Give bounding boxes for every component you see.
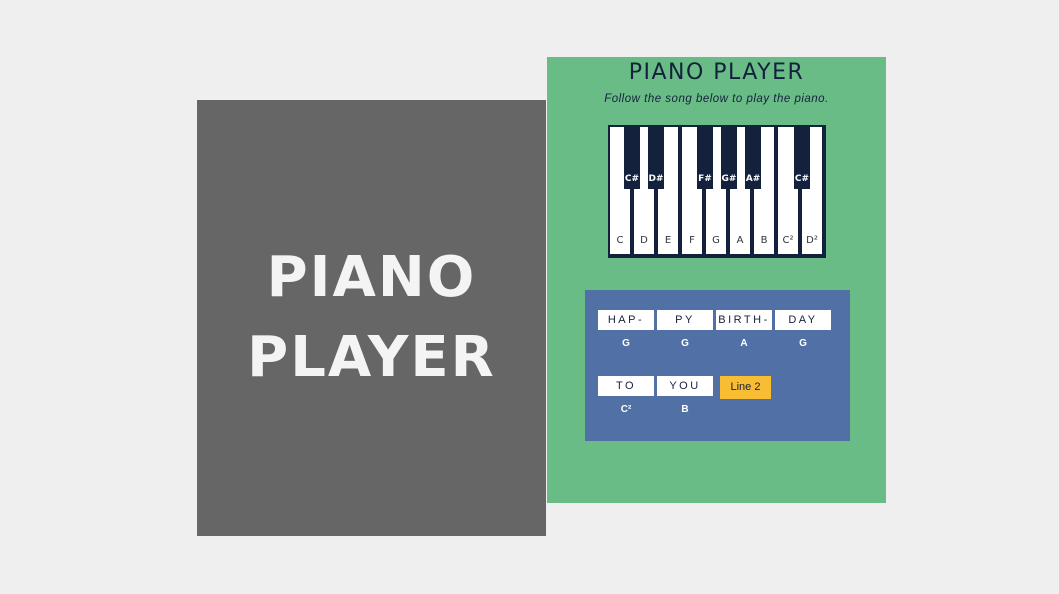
song-pitch: C² <box>620 404 632 415</box>
song-word: BIRTH- <box>716 310 772 330</box>
key-label: A <box>736 235 744 246</box>
key-label: D² <box>806 235 818 246</box>
song-note: BIRTH- A <box>716 310 772 349</box>
key-label: C <box>616 235 624 246</box>
piano-key-g-sharp[interactable]: G# <box>721 127 737 189</box>
song-word: PY <box>657 310 713 330</box>
song-pitch: G <box>681 338 689 349</box>
song-pitch: B <box>681 404 689 415</box>
key-label: B <box>760 235 768 246</box>
cover-card: PIANO PLAYER <box>197 100 546 536</box>
song-word: YOU <box>657 376 713 396</box>
piano-key-c-sharp[interactable]: C# <box>624 127 640 189</box>
key-label: C² <box>782 235 794 246</box>
key-label: C# <box>624 174 640 184</box>
key-label: F <box>689 235 695 246</box>
next-line-button[interactable]: Line 2 <box>720 376 771 399</box>
song-note: HAP- G <box>598 310 654 349</box>
piano-key-d-sharp[interactable]: D# <box>648 127 664 189</box>
key-label: E <box>664 235 672 246</box>
song-pitch: A <box>740 338 748 349</box>
song-note: YOU B <box>657 376 713 415</box>
key-label: C# <box>794 174 810 184</box>
song-pitch: G <box>799 338 807 349</box>
key-label: D <box>640 235 648 246</box>
song-pitch: G <box>622 338 630 349</box>
song-word: DAY <box>775 310 831 330</box>
piano-keyboard: C D E F G A B C² D² C# D# F# G# A# C# <box>608 125 826 258</box>
song-word: TO <box>598 376 654 396</box>
key-label: D# <box>648 174 664 184</box>
panel-subtitle: Follow the song below to play the piano. <box>604 93 829 105</box>
panel-title: PIANO PLAYER <box>628 60 805 85</box>
song-note: TO C² <box>598 376 654 415</box>
key-label: F# <box>698 174 712 184</box>
song-note: PY G <box>657 310 713 349</box>
key-label: G# <box>721 174 737 184</box>
key-label: A# <box>745 174 761 184</box>
piano-key-c2-sharp[interactable]: C# <box>794 127 810 189</box>
song-sheet: HAP- G PY G BIRTH- A DAY G TO C² YOU B L… <box>585 290 850 441</box>
key-label: G <box>712 235 720 246</box>
cover-title: PIANO PLAYER <box>247 245 496 390</box>
song-note: DAY G <box>775 310 831 349</box>
piano-key-f-sharp[interactable]: F# <box>697 127 713 189</box>
song-word: HAP- <box>598 310 654 330</box>
piano-key-a-sharp[interactable]: A# <box>745 127 761 189</box>
